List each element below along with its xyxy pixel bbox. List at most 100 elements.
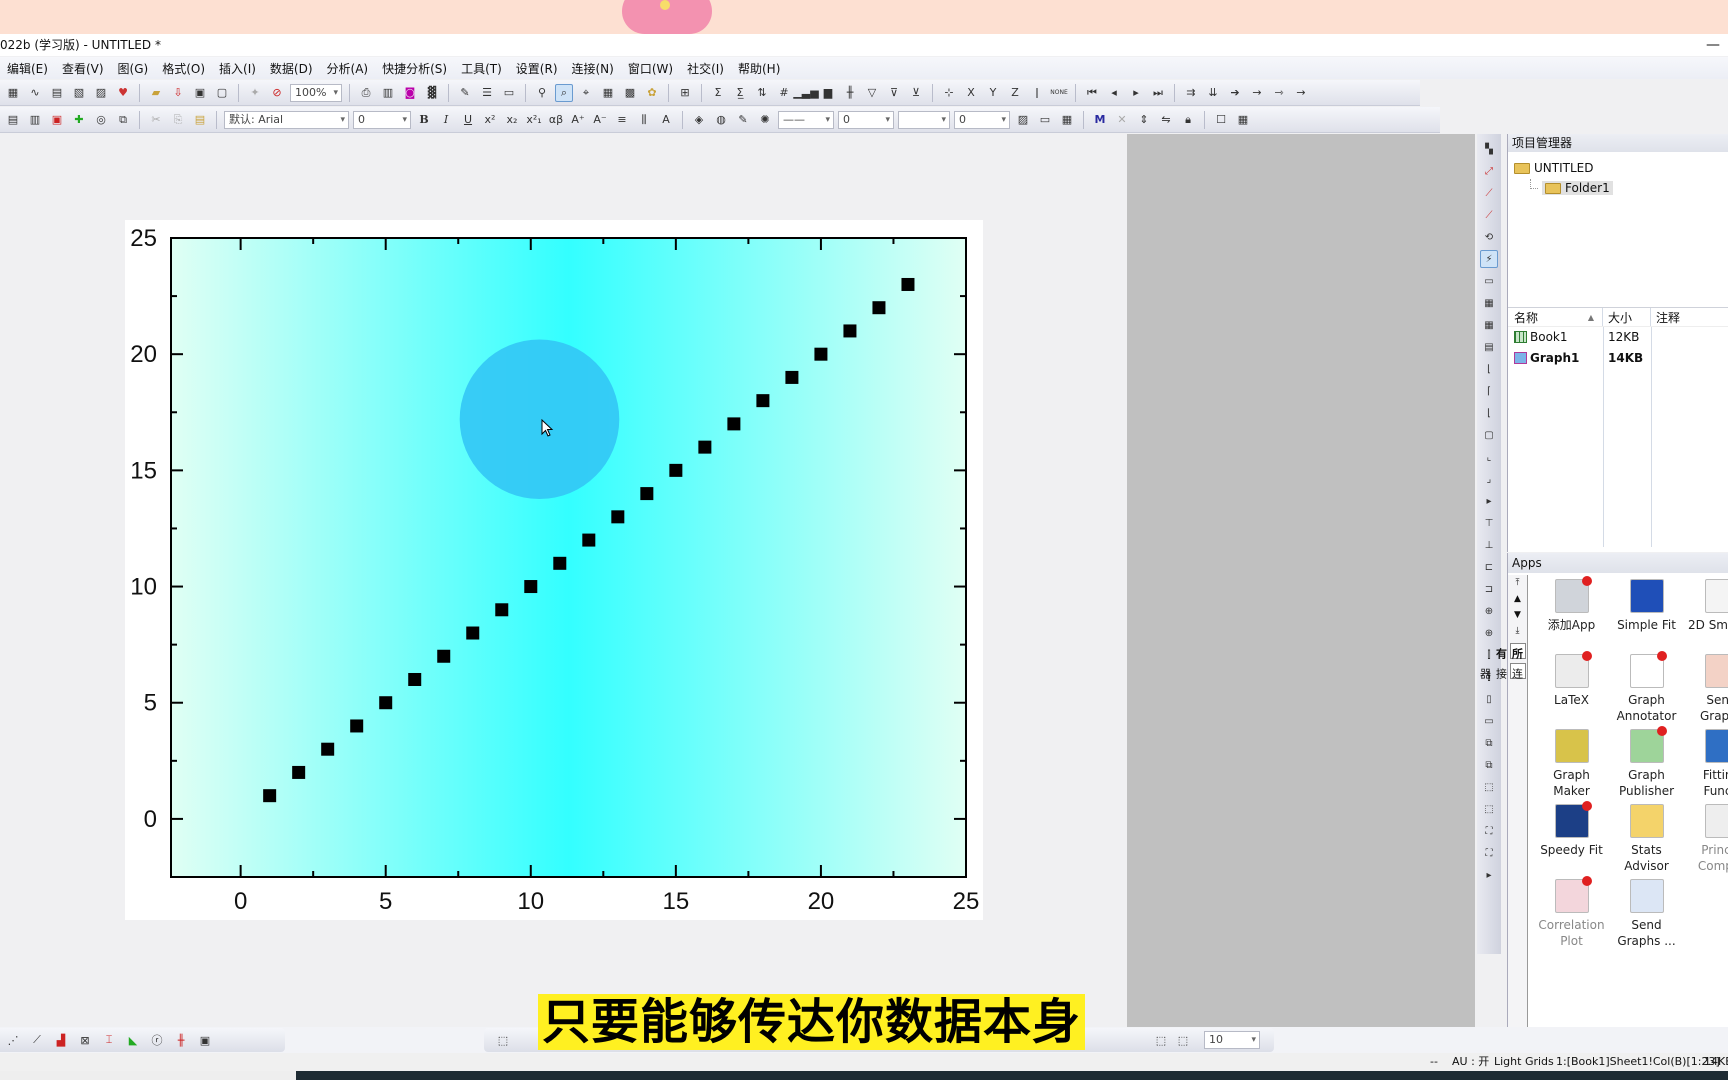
data-point[interactable] [379, 696, 393, 710]
apps-gear-icon[interactable]: ✿ [643, 84, 661, 102]
menu-item-4[interactable]: 插入(I) [212, 60, 263, 77]
align-top-icon[interactable]: ⊤ [1480, 514, 1498, 532]
layer-2x2b-icon[interactable]: ▦ [1480, 316, 1498, 334]
data-point[interactable] [727, 417, 741, 431]
menu-item-2[interactable]: 图(G) [111, 60, 156, 77]
line-icon[interactable]: ⟋ [28, 1031, 46, 1049]
results-log-icon[interactable]: ☰ [478, 84, 496, 102]
fill-color-icon[interactable]: ◈ [690, 111, 708, 129]
new-graph-icon[interactable]: ∿ [26, 84, 44, 102]
sort-icon[interactable]: ⇅ [753, 84, 771, 102]
add-layer-icon[interactable]: ✚ [70, 111, 88, 129]
scroll-up-icon[interactable]: ▲ [1508, 591, 1527, 607]
bar-chart-icon[interactable]: ▁▃▅ [793, 84, 818, 102]
center-h-icon[interactable]: ⊕ [1480, 602, 1498, 620]
layer-top-icon[interactable]: ⌈ [1480, 382, 1498, 400]
data-point[interactable] [437, 649, 451, 663]
first-icon[interactable]: ⏮ [1083, 84, 1101, 102]
font-size-combo[interactable]: 0 [353, 110, 411, 129]
layer-left-icon[interactable]: ⌊ [1480, 404, 1498, 422]
prev-icon[interactable]: ◂ [1105, 84, 1123, 102]
column-icon[interactable]: ▟ [52, 1031, 70, 1049]
command-window-icon[interactable]: ▭ [500, 84, 518, 102]
same-height-icon[interactable]: ▭ [1480, 712, 1498, 730]
apps-tab-all[interactable]: 所有 [1495, 643, 1526, 659]
list-item-graph1[interactable]: Graph1 14KB [1508, 348, 1728, 369]
layer-corner2-icon[interactable]: ⌟ [1480, 470, 1498, 488]
swap-xy-icon[interactable]: ⟲ [1480, 228, 1498, 246]
fill-numbers-icon[interactable]: # [775, 84, 793, 102]
column-chart-icon[interactable]: ▆ [819, 84, 837, 102]
data-point[interactable] [263, 789, 277, 803]
layer-bottom-icon[interactable]: ⌊ [1480, 360, 1498, 378]
set-z-icon[interactable]: Z [1006, 84, 1024, 102]
layer-1-icon[interactable]: ▭ [1480, 272, 1498, 290]
3d-box-icon[interactable]: ⬚ [494, 1031, 512, 1049]
data-point[interactable] [524, 580, 538, 594]
film-icon[interactable]: ▓ [423, 84, 441, 102]
color-combo[interactable] [898, 110, 950, 129]
new-matrix-icon[interactable]: ▤ [48, 84, 66, 102]
zoom-combo[interactable]: 100% [290, 83, 342, 102]
data-point[interactable] [350, 719, 364, 733]
grid-icon[interactable]: ▦ [1234, 111, 1252, 129]
apps-tab-connectors[interactable]: 连接器 [1479, 663, 1526, 679]
zoom-window-icon[interactable]: ⌖ [577, 84, 595, 102]
menu-item-1[interactable]: 查看(V) [55, 60, 111, 77]
layer-merge-icon[interactable]: ▤ [1480, 338, 1498, 356]
app-item[interactable]: Graph Annotator [1609, 651, 1684, 729]
tree-folder1[interactable]: Folder1 [1514, 178, 1722, 198]
data-point[interactable] [582, 533, 596, 547]
scroll-bottom-icon[interactable]: ⤓ [1508, 623, 1527, 639]
swap-icon[interactable]: ⇕ [1135, 111, 1153, 129]
increase-font-icon[interactable]: A⁺ [569, 111, 587, 129]
save-icon[interactable]: ▣ [191, 84, 209, 102]
save-template-icon[interactable]: ▢ [213, 84, 231, 102]
print-icon[interactable]: ⎙ [357, 84, 375, 102]
minimize-button[interactable]: — [1706, 34, 1720, 56]
line-style-combo[interactable]: —— [778, 110, 834, 129]
center-v-icon[interactable]: ⊕ [1480, 624, 1498, 642]
runner-icon[interactable]: ✦ [246, 84, 264, 102]
paste-icon[interactable]: ▤ [191, 111, 209, 129]
project-explorer-icon[interactable]: ⚲ [533, 84, 551, 102]
menu-item-3[interactable]: 格式(O) [155, 60, 212, 77]
data-point[interactable] [785, 370, 799, 384]
data-point[interactable] [872, 301, 886, 315]
menu-item-8[interactable]: 工具(T) [454, 60, 509, 77]
symbol-size-combo[interactable]: 0 [954, 110, 1010, 129]
next-icon[interactable]: ▸ [1127, 84, 1145, 102]
add-column-icon[interactable]: ⊞ [676, 84, 694, 102]
app-item[interactable]: Send Graphs ... [1609, 879, 1684, 954]
copy-page-icon[interactable]: ◙ [401, 84, 419, 102]
set-y-icon[interactable]: Y [984, 84, 1002, 102]
data-point[interactable] [292, 765, 306, 779]
resize2-icon[interactable]: ⛶ [1480, 844, 1498, 862]
data-point[interactable] [466, 626, 480, 640]
frame-icon[interactable]: ☐ [1212, 111, 1230, 129]
border-icon[interactable]: ▭ [1036, 111, 1054, 129]
last-icon[interactable]: ⏭ [1149, 84, 1167, 102]
template-icon[interactable]: ▣ [196, 1031, 214, 1049]
columns-icon[interactable]: ⫼ [635, 111, 653, 129]
app-item[interactable]: Correlation Plot [1534, 876, 1609, 954]
line-color-icon[interactable]: ✎ [734, 111, 752, 129]
axis-both-icon[interactable]: ⤢ [1480, 162, 1498, 180]
data-point[interactable] [640, 487, 654, 501]
insert-cols-icon[interactable]: ▥ [26, 111, 44, 129]
font-combo[interactable]: 默认: Arial [224, 110, 349, 129]
menu-item-7[interactable]: 快捷分析(S) [375, 60, 454, 77]
app-item[interactable]: Princip Compor [1684, 804, 1728, 879]
reapply-filter-icon[interactable]: ⊻ [907, 84, 925, 102]
app-item[interactable]: Send Graphs [1684, 654, 1728, 729]
stock-icon[interactable]: ╫ [172, 1031, 190, 1049]
axis-y-icon[interactable]: ⟋ [1480, 206, 1498, 224]
clear-filter-icon[interactable]: ⊽ [885, 84, 903, 102]
sum-icon[interactable]: Σ̲ [731, 84, 749, 102]
app-item[interactable]: Graph Maker [1534, 729, 1609, 804]
data-point[interactable] [611, 510, 625, 524]
new-function-icon[interactable]: ♥ [114, 84, 132, 102]
bold-icon[interactable]: B [415, 111, 433, 129]
superscript-icon[interactable]: x² [481, 111, 499, 129]
line-width-combo[interactable]: 0 [838, 110, 894, 129]
